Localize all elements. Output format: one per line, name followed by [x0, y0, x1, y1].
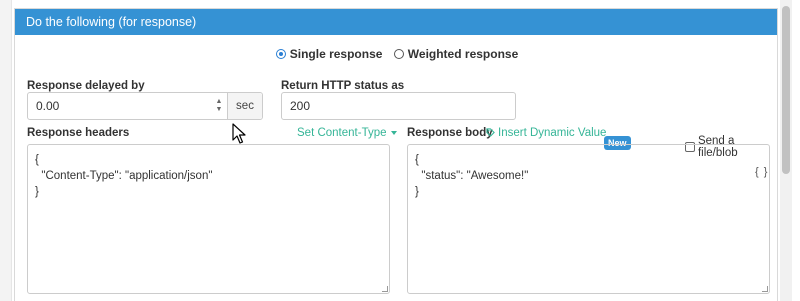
resize-handle-icon[interactable] — [762, 286, 768, 292]
body-label: Response body — [407, 127, 493, 139]
single-response-label: Single response — [289, 47, 383, 61]
headers-line-2: "Content-Type": "application/json" — [35, 170, 213, 182]
status-label: Return HTTP status as — [281, 80, 405, 92]
stepper-up-icon[interactable]: ▲ — [216, 98, 223, 106]
insert-dynamic-value-link[interactable]: Insert Dynamic Value — [486, 127, 606, 139]
weighted-response-radio[interactable]: Weighted response — [393, 47, 519, 61]
headers-line-3: } — [35, 186, 39, 198]
body-line-1: { — [415, 154, 419, 166]
format-json-icon[interactable]: { } — [755, 166, 768, 178]
stepper-down-icon[interactable]: ▼ — [216, 106, 223, 114]
mouse-pointer-icon — [232, 123, 246, 144]
headers-editor[interactable]: { "Content-Type": "application/json"} — [27, 144, 390, 294]
weighted-response-label: Weighted response — [407, 47, 519, 61]
single-response-radio[interactable]: Single response — [275, 47, 383, 61]
response-mode-group: Single response Weighted response — [15, 47, 779, 62]
set-content-type-dropdown[interactable]: Set Content-Type — [297, 127, 397, 139]
radio-selected-icon — [275, 49, 286, 59]
headers-line-1: { — [35, 154, 39, 166]
body-line-3: } — [415, 186, 419, 198]
delay-unit: sec — [227, 93, 262, 119]
tag-icon — [486, 128, 495, 137]
scrollbar-thumb[interactable] — [782, 6, 790, 174]
delay-stepper[interactable]: ▲ ▼ — [211, 93, 227, 119]
radio-unselected-icon — [393, 49, 404, 59]
delay-label: Response delayed by — [27, 80, 145, 92]
section-header: Do the following (for response) — [15, 9, 777, 35]
delay-field: ▲ ▼ sec — [27, 92, 263, 120]
insert-dynamic-value-label: Insert Dynamic Value — [498, 127, 607, 139]
status-input[interactable] — [281, 92, 516, 120]
page-scrollbar[interactable] — [780, 0, 792, 301]
resize-handle-icon[interactable] — [382, 286, 388, 292]
headers-label: Response headers — [27, 127, 130, 139]
delay-input[interactable] — [28, 93, 211, 119]
caret-down-icon — [390, 130, 397, 135]
left-gutter — [0, 0, 12, 301]
set-content-type-label: Set Content-Type — [297, 127, 387, 139]
response-panel: Do the following (for response) Single r… — [0, 0, 800, 301]
body-line-2: "status": "Awesome!" — [415, 170, 529, 182]
body-editor[interactable]: { "status": "Awesome!"} — [407, 144, 770, 294]
response-config-card: Do the following (for response) Single r… — [14, 8, 778, 301]
